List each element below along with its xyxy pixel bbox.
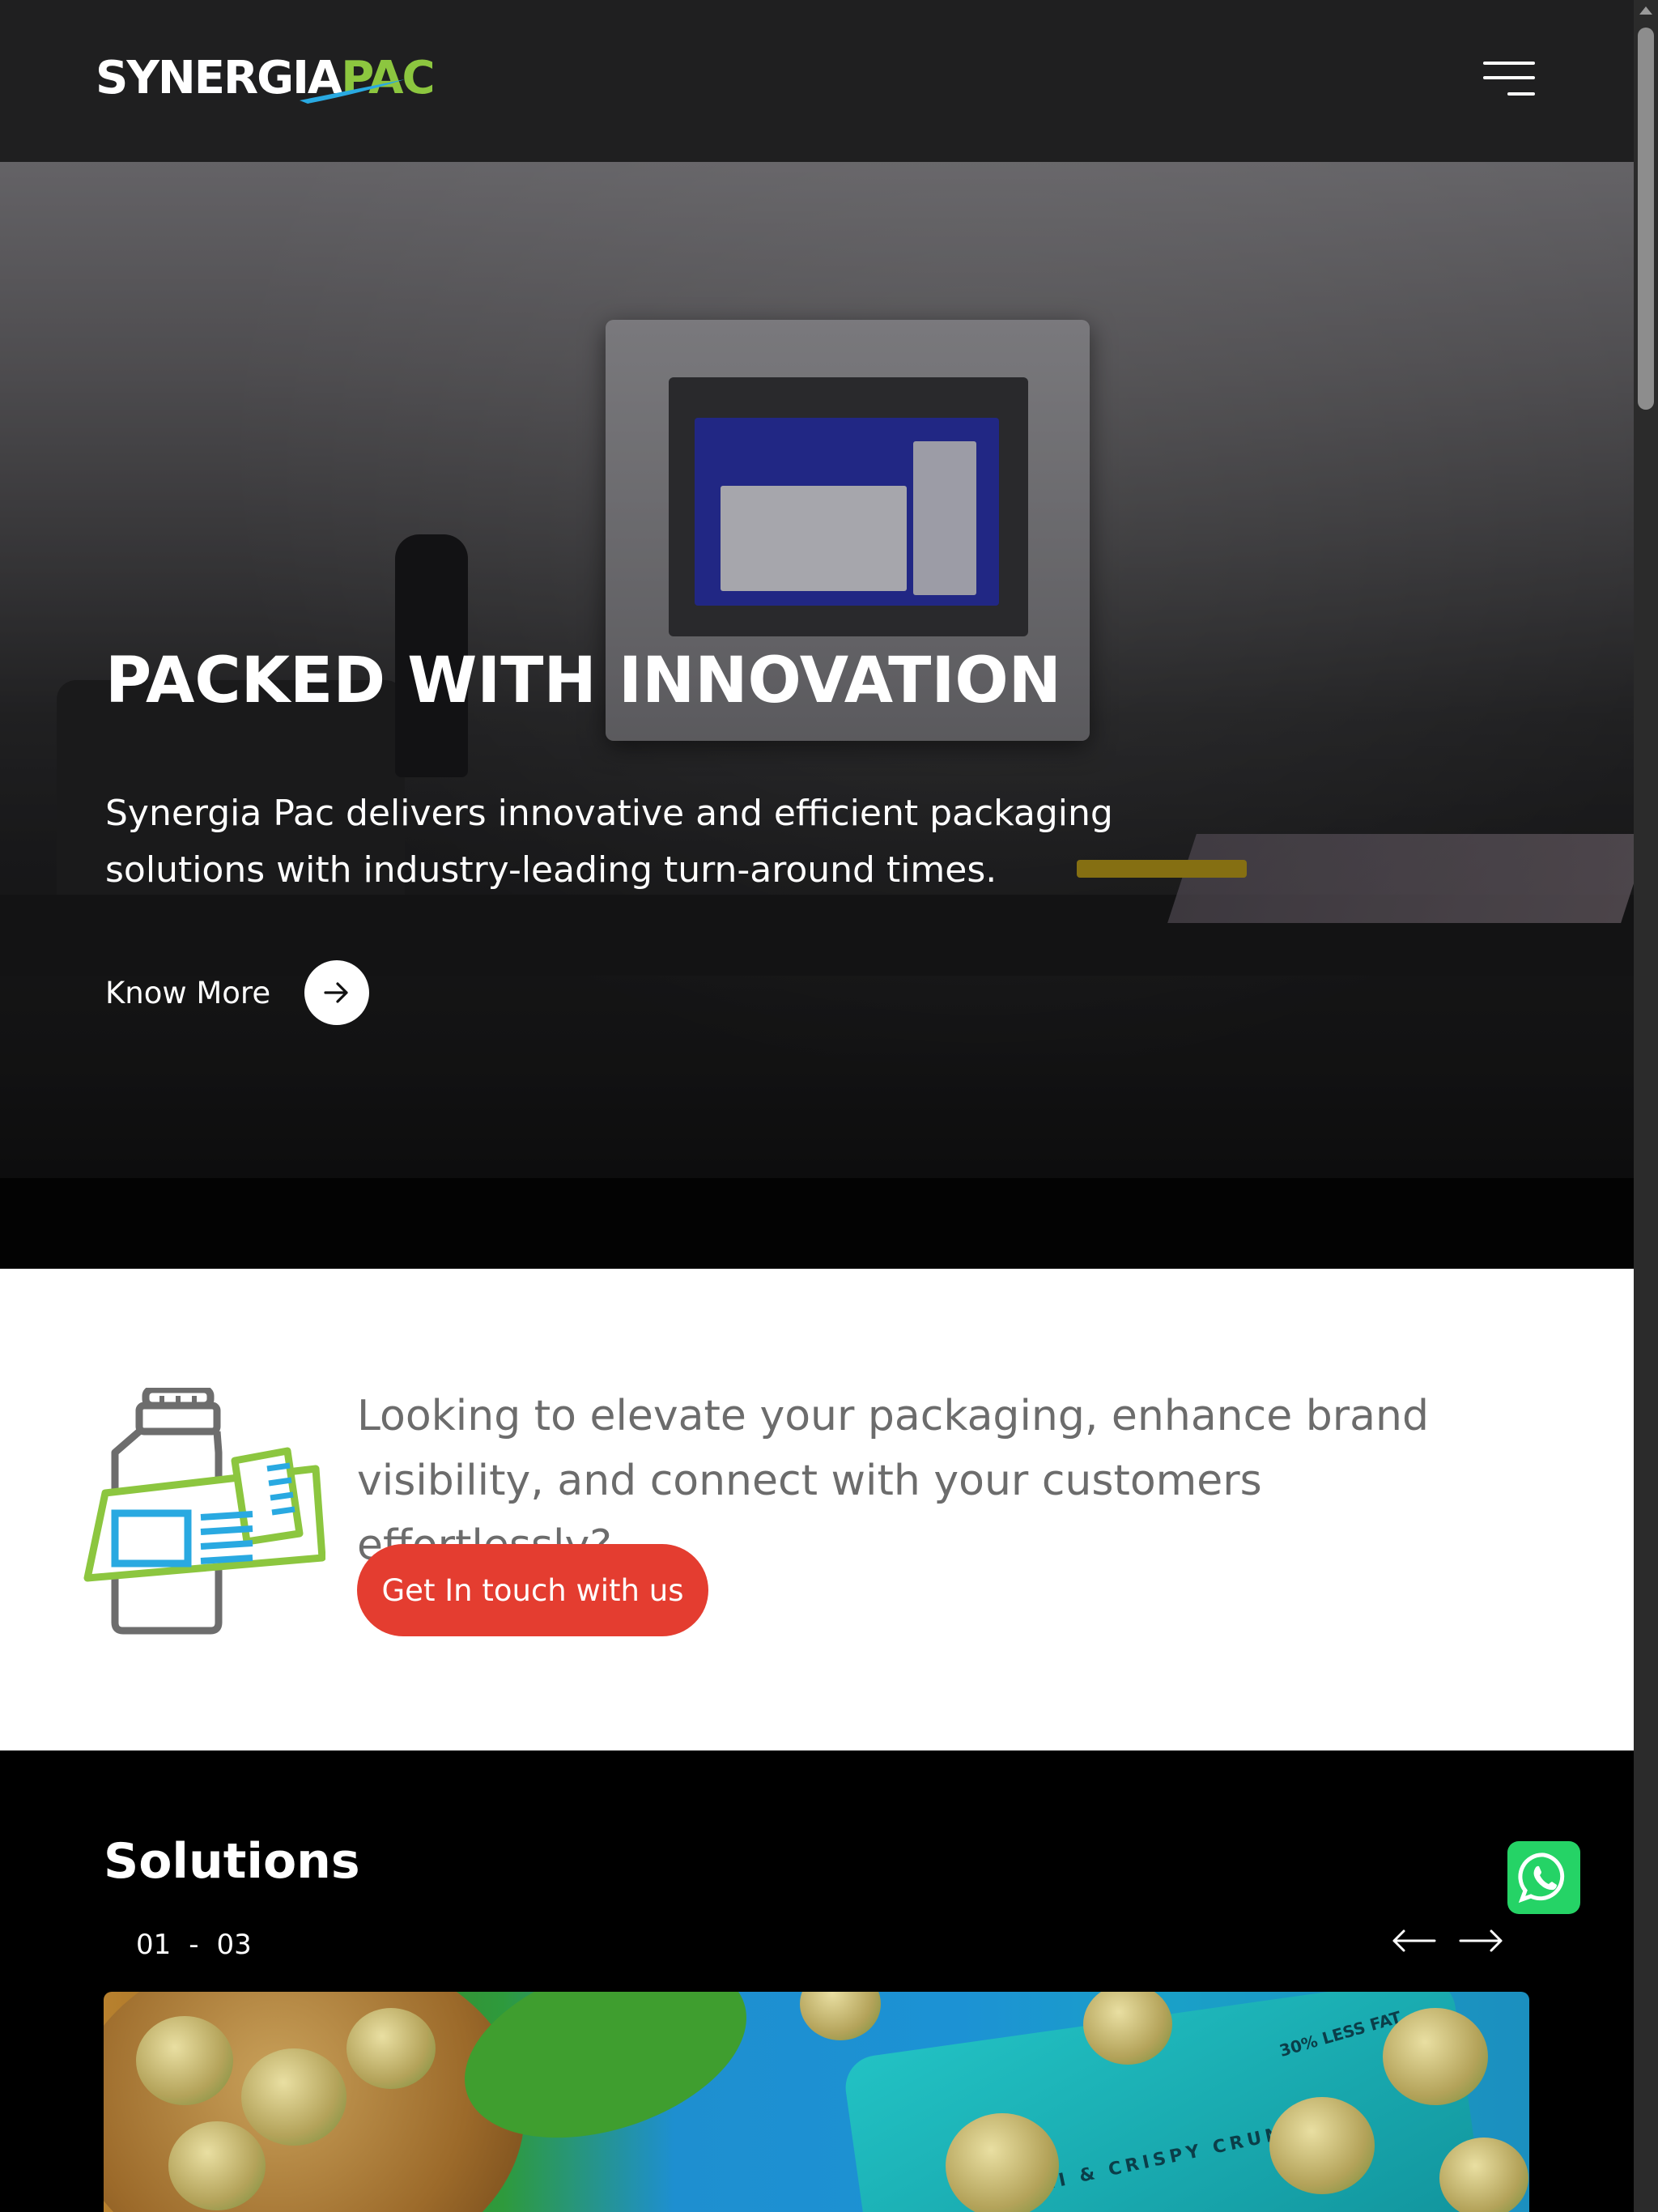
- page-scrollbar[interactable]: [1634, 0, 1658, 2212]
- contact-cta-section: Looking to elevate your packaging, enhan…: [0, 1269, 1634, 1750]
- slide-current: 01: [136, 1929, 172, 1961]
- slide-separator: -: [189, 1929, 199, 1961]
- hero-description: Synergia Pac delivers innovative and eff…: [105, 793, 1113, 891]
- solutions-section: Solutions 01 - 03 MI & CRISPY CRUNCH 30%…: [0, 1750, 1634, 2212]
- logo-swoosh-icon: [300, 79, 405, 104]
- hero-banner: PACKED WITH INNOVATION Synergia Pac deli…: [0, 162, 1634, 1269]
- slide-counter: 01 - 03: [136, 1929, 252, 1961]
- solutions-title: Solutions: [104, 1833, 360, 1890]
- whatsapp-icon[interactable]: [1507, 1841, 1580, 1914]
- know-more-label: Know More: [105, 975, 271, 1010]
- arrow-right-icon[interactable]: [304, 960, 370, 1025]
- site-header: SYNERGIA PAC: [0, 0, 1634, 162]
- scroll-up-arrow-icon[interactable]: [1639, 6, 1652, 15]
- packaging-bottle-icon: [83, 1388, 325, 1635]
- slide-total: 03: [216, 1929, 252, 1961]
- page: SYNERGIA PAC PACKED WITH INNOVATION Syner…: [0, 0, 1634, 2212]
- prev-slide-arrow-icon[interactable]: [1389, 1925, 1438, 1957]
- get-in-touch-button[interactable]: Get In touch with us: [357, 1544, 708, 1636]
- solution-slide-image[interactable]: MI & CRISPY CRUNCH 30% LESS FAT: [104, 1992, 1529, 2212]
- synergiapac-logo[interactable]: SYNERGIA PAC: [96, 52, 436, 104]
- hamburger-menu-icon[interactable]: [1483, 58, 1535, 99]
- next-slide-arrow-icon[interactable]: [1457, 1925, 1506, 1957]
- know-more-button[interactable]: Know More: [105, 960, 370, 1025]
- hero-title: PACKED WITH INNOVATION: [105, 644, 1061, 717]
- scrollbar-thumb[interactable]: [1638, 28, 1654, 410]
